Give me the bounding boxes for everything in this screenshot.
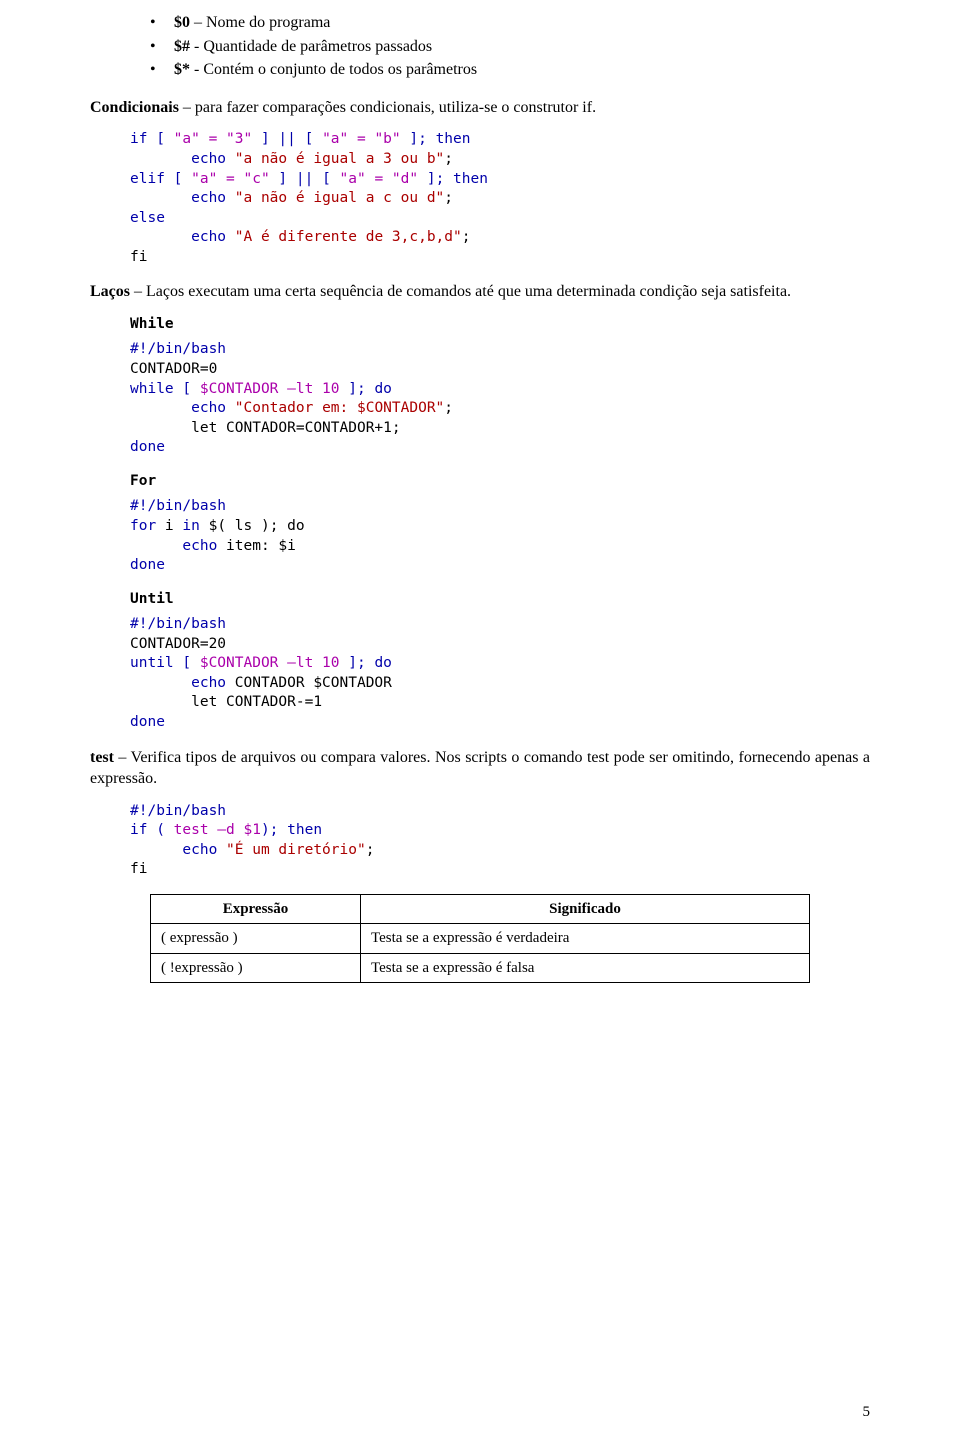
code-token: done [130,714,182,730]
code-token: ] || [ [252,131,322,147]
label-until: Until [130,590,870,610]
bullet-list: $0 – Nome do programa $# - Quantidade de… [150,12,870,81]
code-token: then [453,171,488,187]
page: $0 – Nome do programa $# - Quantidade de… [0,0,960,1436]
code-token: until [ [130,655,200,671]
code-token: CONTADOR=0 [130,361,235,377]
code-token: ]; [418,171,453,187]
code-while: #!/bin/bash CONTADOR=0 while [ $CONTADOR… [130,340,870,457]
code-token: CONTADOR=20 [130,636,244,652]
para-lead: test [90,749,114,766]
code-token: done [130,439,182,455]
var-desc: - Quantidade de parâmetros passados [194,38,432,55]
var-name: $# [174,38,190,55]
code-token: echo [130,842,226,858]
code-token: echo [130,538,217,554]
code-until: #!/bin/bash CONTADOR=20 until [ $CONTADO… [130,615,870,732]
list-item: $0 – Nome do programa [150,12,870,34]
code-token: "a não é igual a c ou d" [235,190,445,206]
code-token: elif [ [130,171,191,187]
code-test: #!/bin/bash if ( test –d $1); then echo … [130,802,870,880]
code-token: ; [366,842,375,858]
code-token: item: $i [217,538,296,554]
code-token: ; [444,151,453,167]
var-name: $0 [174,14,190,31]
code-token: ]; do [340,381,392,397]
code-token: #!/bin/bash [130,803,226,819]
code-token: "a não é igual a 3 ou b" [235,151,445,167]
code-token: then [436,131,471,147]
table-cell: ( !expressão ) [151,953,361,982]
code-token: echo [130,675,226,691]
code-token: "a" = "b" [322,131,401,147]
code-token: i [156,518,182,534]
list-item: $* - Contém o conjunto de todos os parâm… [150,59,870,81]
table-cell: Testa se a expressão é falsa [361,953,810,982]
code-token: "a" = "c" [191,171,270,187]
code-token: "a" = "d" [340,171,419,187]
paragraph-test: test – Verifica tipos de arquivos ou com… [90,747,870,790]
code-token: $CONTADOR –lt 10 [200,655,340,671]
code-token: ]; do [340,655,392,671]
code-token: CONTADOR $CONTADOR [226,675,392,691]
code-if: if [ "a" = "3" ] || [ "a" = "b" ]; then … [130,130,870,267]
paragraph-lacos: Laços – Laços executam uma certa sequênc… [90,281,870,303]
code-token: ; [462,229,471,245]
code-token: then [287,822,322,838]
code-token: echo [130,190,235,206]
var-name: $* [174,61,190,78]
var-desc: – Nome do programa [194,14,330,31]
table-row: ( expressão ) Testa se a expressão é ver… [151,924,810,953]
code-token: echo [130,229,235,245]
code-token: let CONTADOR=CONTADOR+1; [130,420,401,436]
list-item: $# - Quantidade de parâmetros passados [150,36,870,58]
code-token: #!/bin/bash [130,498,226,514]
page-number: 5 [863,1402,871,1422]
code-token: echo [130,400,235,416]
code-token: $CONTADOR –lt 10 [200,381,340,397]
code-token: else [130,210,165,226]
para-text: – Laços executam uma certa sequência de … [130,283,791,300]
code-token: ; [444,400,453,416]
code-token: fi [130,249,147,265]
code-token: done [130,557,165,573]
code-token: "A é diferente de 3,c,b,d" [235,229,462,245]
code-token: for [130,518,156,534]
table-cell: ( expressão ) [151,924,361,953]
code-token: ]; [401,131,436,147]
code-token: $( ls ); do [200,518,305,534]
code-token: in [182,518,199,534]
expression-table: Expressão Significado ( expressão ) Test… [150,894,810,983]
table-cell: Testa se a expressão é verdadeira [361,924,810,953]
paragraph-condicionais: Condicionais – para fazer comparações co… [90,97,870,119]
code-token: while [ [130,381,200,397]
para-text: – Verifica tipos de arquivos ou compara … [90,749,870,788]
para-lead: Laços [90,283,130,300]
code-token: "Contador em: $CONTADOR" [235,400,445,416]
table-header: Significado [361,895,810,924]
label-while: While [130,315,870,335]
code-token: #!/bin/bash [130,341,226,357]
code-token: "a" = "3" [174,131,253,147]
code-token: if [ [130,131,174,147]
table-header-row: Expressão Significado [151,895,810,924]
table-row: ( !expressão ) Testa se a expressão é fa… [151,953,810,982]
table-header: Expressão [151,895,361,924]
code-token: echo [130,151,235,167]
code-token: ; [444,190,453,206]
var-desc: - Contém o conjunto de todos os parâmetr… [194,61,477,78]
code-token: ] || [ [270,171,340,187]
code-token: let CONTADOR-=1 [130,694,322,710]
code-token: "É um diretório" [226,842,366,858]
para-text: – para fazer comparações condicionais, u… [179,99,596,116]
code-token: fi [130,861,147,877]
code-token: if ( [130,822,165,838]
label-for: For [130,472,870,492]
code-token: #!/bin/bash [130,616,226,632]
para-lead: Condicionais [90,99,179,116]
code-token: ); [261,822,287,838]
code-token: test –d $1 [165,822,261,838]
code-for: #!/bin/bash for i in $( ls ); do echo it… [130,497,870,575]
